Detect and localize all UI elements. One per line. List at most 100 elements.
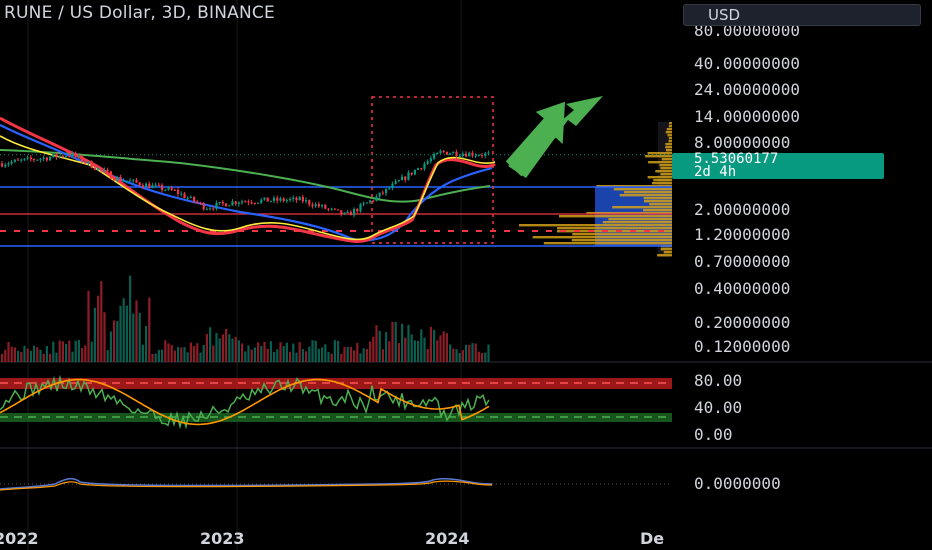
volume-profile-bar: [668, 137, 672, 140]
candle-body: [228, 205, 231, 207]
volume-bar: [71, 351, 74, 362]
volume-bar: [234, 336, 237, 362]
volume-profile-bar: [557, 227, 672, 230]
candle-body: [49, 156, 52, 161]
volume-bar: [404, 337, 407, 362]
candle-body: [333, 208, 336, 210]
price-tick-label: 2.00000000: [694, 200, 790, 219]
candle-body: [81, 155, 84, 162]
candle-body: [487, 152, 490, 154]
candle-body: [173, 189, 176, 191]
volume-profile-bar: [572, 233, 672, 236]
volume-profile-bar: [666, 128, 672, 131]
candle-body: [372, 200, 375, 202]
volume-bar: [401, 323, 404, 362]
candle-body: [369, 200, 372, 203]
volume-bar: [141, 344, 144, 362]
candle-body: [381, 192, 384, 194]
candle-body: [74, 152, 77, 157]
candle-body: [365, 202, 368, 204]
volume-bar: [81, 347, 84, 362]
volume-bar: [273, 352, 276, 362]
volume-bar: [285, 342, 288, 362]
volume-profile-bar: [612, 206, 672, 209]
candle-body: [474, 155, 477, 157]
candle-body: [93, 167, 96, 170]
volume-bar: [461, 350, 464, 362]
volume-bar: [311, 340, 314, 362]
volume-profile-bar: [648, 161, 672, 164]
volume-bar: [455, 349, 458, 362]
volume-bar: [4, 349, 7, 362]
price-tick-label: 14.00000000: [694, 107, 800, 126]
volume-bar: [49, 353, 52, 362]
volume-bar: [23, 345, 26, 362]
candle-body: [36, 159, 39, 161]
candle-body: [273, 197, 276, 201]
candle-body: [180, 193, 183, 195]
volume-bar: [151, 353, 154, 362]
chart-title: RUNE / US Dollar, 3D, BINANCE: [4, 3, 275, 23]
volume-bar: [413, 340, 416, 362]
volume-bar: [471, 343, 474, 362]
volume-bar: [372, 336, 375, 362]
ma-blue-line: [0, 124, 493, 242]
green-arrow-annotation: [505, 96, 603, 178]
volume-profile-bar: [619, 194, 672, 197]
candle-body: [183, 193, 186, 198]
candle-body: [356, 208, 359, 212]
volume-profile-bar: [602, 221, 672, 224]
candle-body: [394, 181, 397, 184]
volume-bar: [228, 334, 231, 362]
candle-body: [116, 177, 119, 181]
candle-body: [269, 200, 272, 202]
candle-body: [455, 151, 458, 157]
volume-bar: [119, 305, 122, 362]
volume-bar: [349, 346, 352, 362]
volume-bar: [154, 353, 157, 362]
volume-profile-bar: [668, 122, 672, 125]
volume-bar: [100, 281, 103, 362]
currency-button[interactable]: USD: [683, 4, 921, 26]
volume-bar: [321, 347, 324, 362]
volume-bar: [218, 338, 221, 362]
volume-bar: [337, 340, 340, 362]
candle-body: [151, 185, 154, 189]
candle-body: [231, 201, 234, 206]
candle-body: [186, 197, 189, 199]
candle-body: [426, 161, 429, 164]
candle-body: [221, 201, 224, 204]
volume-bar: [269, 341, 272, 362]
volume-bar: [231, 338, 234, 362]
volume-profile-bar: [647, 152, 672, 155]
price-tick-label: 1.20000000: [694, 225, 790, 244]
volume-bar: [353, 350, 356, 362]
volume-profile-bar: [643, 209, 672, 212]
volume-bar: [385, 332, 388, 362]
rsi-tick-label: 80.00: [694, 371, 742, 390]
time-axis: 2022 2023 2024 De: [0, 529, 664, 548]
volume-profile-bar: [663, 251, 672, 254]
candle-body: [141, 185, 144, 188]
volume-bar: [42, 353, 45, 362]
candle-body: [327, 208, 330, 210]
candle-body: [237, 202, 240, 204]
volume-profile-bar: [623, 191, 672, 194]
candle-body: [23, 158, 26, 160]
volume-profile-bar: [660, 167, 672, 170]
volume-bar: [340, 353, 343, 362]
volume-bar: [68, 340, 71, 362]
volume-bar: [17, 350, 20, 362]
candle-body: [212, 208, 215, 210]
candle-body: [397, 180, 400, 182]
candle-body: [119, 177, 122, 181]
candle-body: [90, 161, 93, 168]
rsi-tick-label: 0.00: [694, 425, 733, 444]
candle-body: [106, 169, 109, 172]
volume-bar: [257, 342, 260, 362]
volume-profile-bar: [661, 158, 672, 161]
candle-body: [279, 198, 282, 201]
volume-bar: [308, 346, 311, 362]
volume-bar: [324, 344, 327, 362]
volume-bar: [468, 344, 471, 362]
